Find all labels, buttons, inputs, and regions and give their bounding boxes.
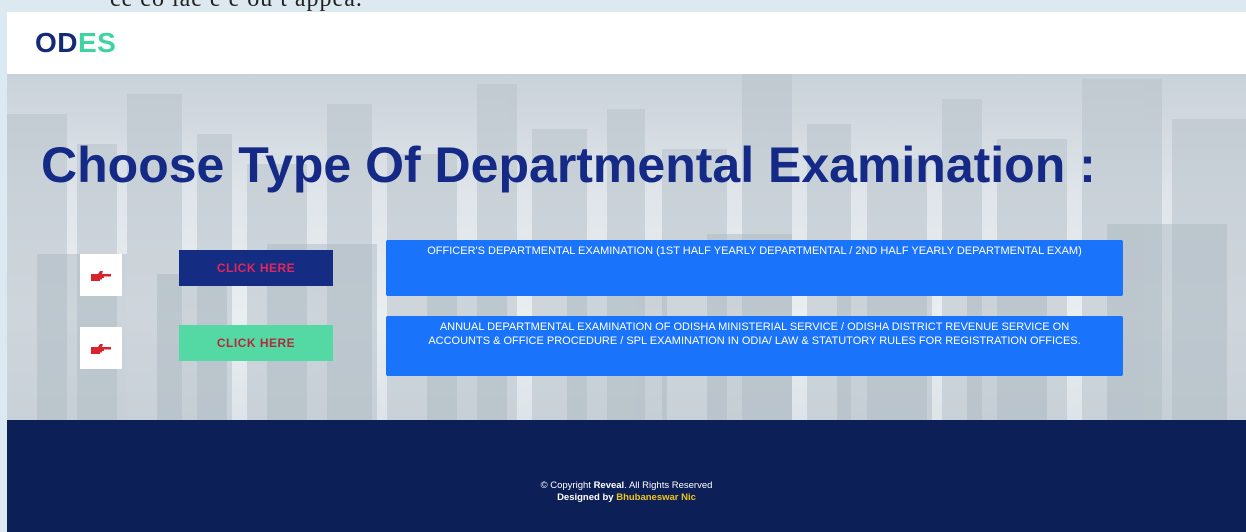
click-here-button-officers-exam[interactable]: CLICK HERE	[179, 250, 333, 286]
pointing-hand-icon	[80, 254, 122, 296]
top-cropped-text-strip: ce co iae e e ou t appea.	[0, 0, 1246, 12]
company-name: Reveal	[593, 480, 625, 491]
copyright-prefix: © Copyright	[540, 480, 591, 491]
footer-credits: © Copyright Reveal. All Rights Reserved …	[7, 480, 1246, 504]
pointing-hand-glyph	[91, 271, 111, 281]
site-header: ODES	[7, 12, 1246, 74]
pointing-hand-glyph	[91, 344, 111, 354]
hero-section: Choose Type Of Departmental Examination …	[7, 74, 1246, 420]
logo-text-es: ES	[78, 27, 117, 58]
cropped-text: ce co iae e e ou t appea.	[110, 0, 363, 12]
designer-link[interactable]: Bhubaneswar Nic	[616, 492, 696, 503]
site-logo[interactable]: ODES	[35, 27, 116, 59]
pointing-hand-icon	[80, 327, 122, 369]
exam-option-officers-departmental[interactable]: OFFICER'S DEPARTMENTAL EXAMINATION (1ST …	[386, 240, 1123, 296]
designed-by-line: Designed by Bhubaneswar Nic	[7, 492, 1246, 504]
click-here-button-annual-exam[interactable]: CLICK HERE	[179, 325, 333, 361]
rights-text: . All Rights Reserved	[624, 480, 713, 491]
logo-text-od: OD	[35, 27, 78, 58]
page-title: Choose Type Of Departmental Examination …	[41, 137, 1096, 193]
site-footer: © Copyright Reveal. All Rights Reserved …	[7, 420, 1246, 532]
designed-by-prefix: Designed by	[557, 492, 614, 503]
copyright-line: © Copyright Reveal. All Rights Reserved	[7, 480, 1246, 492]
exam-option-annual-departmental[interactable]: ANNUAL DEPARTMENTAL EXAMINATION OF ODISH…	[386, 316, 1123, 376]
